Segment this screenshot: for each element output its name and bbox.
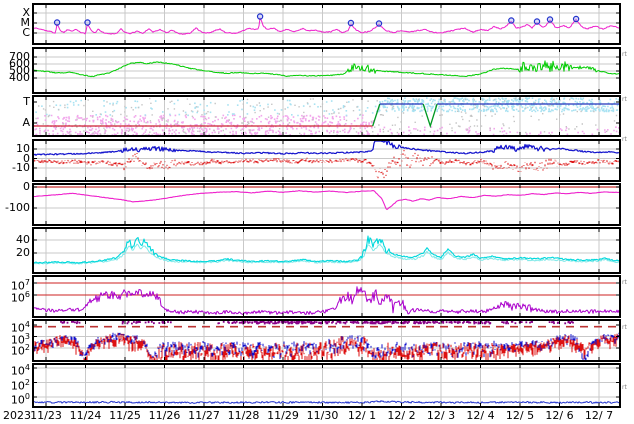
wind-speed [34,61,619,77]
panel-imf-sector [33,96,620,137]
flare-marker [509,18,514,23]
panel-electron-flux [33,276,620,317]
panel-proton-flux-low [33,364,620,407]
panel-dst-index [33,184,620,225]
bt-total-field [34,141,619,155]
panel-border [33,4,620,44]
vertical-gridlines [46,5,599,43]
horizontal-gridlines [34,240,619,253]
horizontal-gridlines [34,368,619,397]
saturated-dots [60,321,80,324]
flare-marker [55,20,60,25]
vertical-gridlines [46,365,599,406]
panel-proton-density [33,228,620,273]
panel-proton-flux [33,320,620,361]
low-energy-proton [34,401,619,404]
toward-samples [375,97,621,112]
dst [34,191,619,210]
saturated-dots [433,321,491,324]
panel-imf-field [33,140,620,181]
bz-component [34,150,619,178]
axis-ticks [34,365,619,406]
chart-figure: XMC700600500400TA100-100-100402010710610… [0,0,634,424]
flare-marker [85,20,90,25]
saturated-dots [501,321,533,324]
axis-ticks [34,5,619,43]
vertical-gridlines [46,185,599,224]
flare-marker [547,17,552,22]
vertical-gridlines [46,229,599,272]
panel-border [33,364,620,407]
electron-flux [34,287,619,315]
saturated-dots [350,321,435,324]
panel-border [33,184,620,225]
saturated-dots [217,321,268,325]
chart-svg [0,0,634,424]
flare-marker [348,20,353,25]
xray-flux [34,18,619,34]
flare-marker [376,21,381,26]
flare-marker [534,19,539,24]
flare-marker [258,14,263,19]
saturated-dots [549,321,574,324]
saturated-dots [268,321,348,324]
panel-border [33,228,620,273]
proton-flux-red [34,333,619,360]
panel-xray [33,4,620,44]
sector-step-line [373,104,380,126]
panel-solar-wind-speed [33,48,620,93]
flare-marker [574,16,579,21]
axis-ticks [34,229,619,272]
